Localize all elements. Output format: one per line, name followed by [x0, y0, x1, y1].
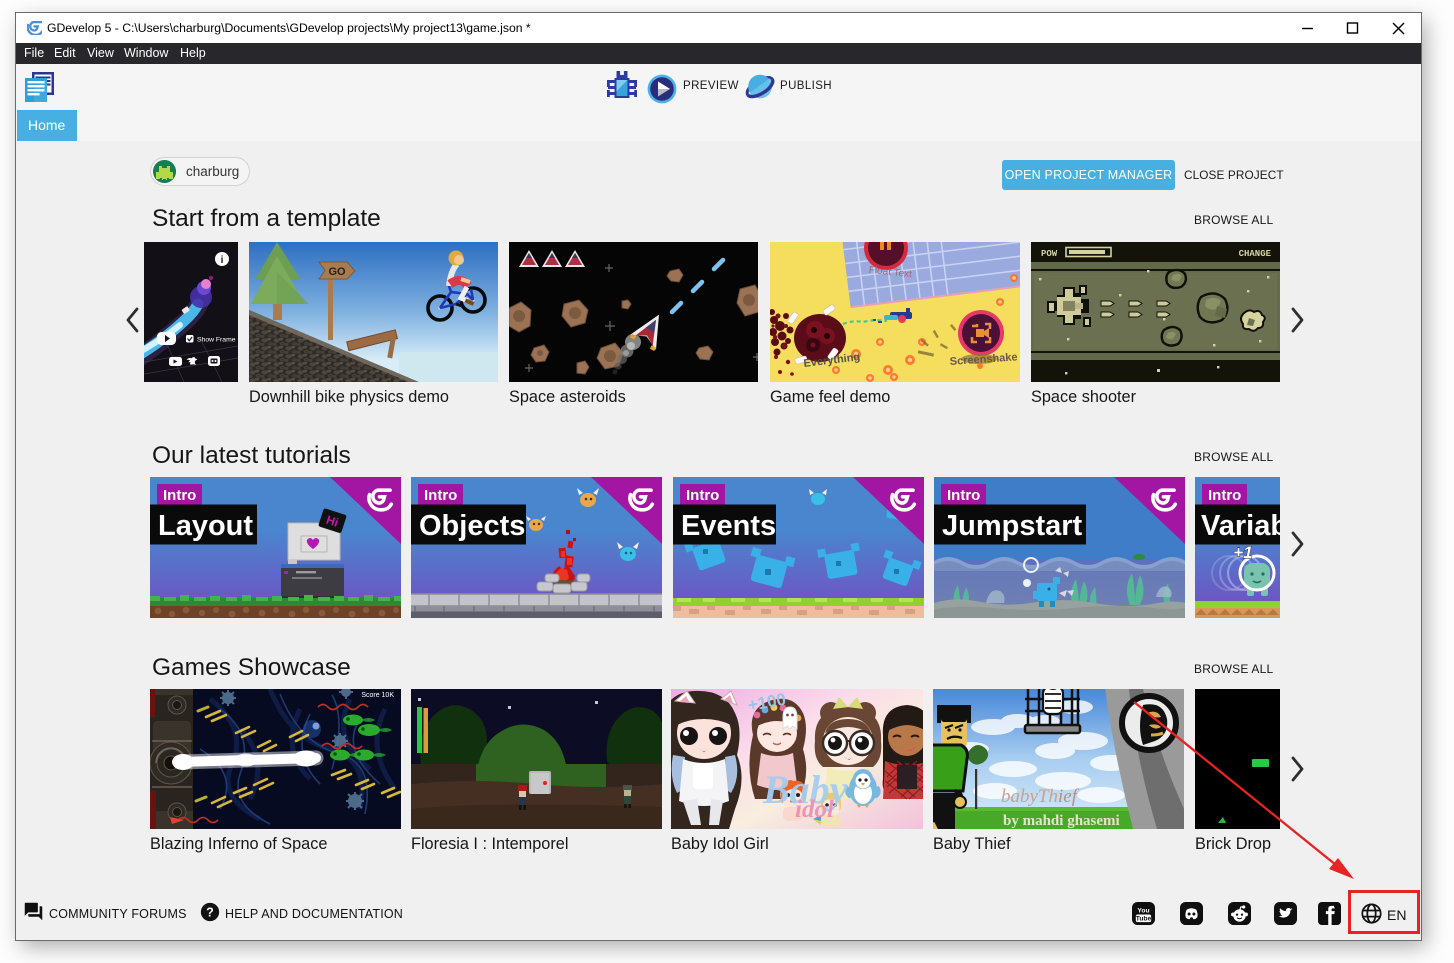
svg-text:Tube: Tube: [1136, 916, 1152, 923]
svg-text:Events: Events: [681, 510, 776, 542]
svg-text:You: You: [1137, 908, 1149, 915]
svg-text:Intro: Intro: [424, 487, 457, 504]
svg-text:+1: +1: [1233, 543, 1252, 562]
svg-text:idol: idol: [795, 796, 834, 823]
svg-text:Intro: Intro: [686, 487, 719, 504]
svg-text:Jumpstart: Jumpstart: [942, 510, 1083, 542]
svg-text:Variab: Variab: [1201, 510, 1280, 542]
svg-text:by mahdi ghasemi: by mahdi ghasemi: [1003, 813, 1120, 829]
svg-text:Intro: Intro: [1208, 487, 1241, 504]
svg-text:Intro: Intro: [163, 487, 196, 504]
svg-text:CHANGE: CHANGE: [1239, 249, 1272, 259]
svg-text:i: i: [221, 255, 224, 266]
svg-text:GO: GO: [328, 266, 346, 278]
svg-text:Objects: Objects: [419, 510, 525, 542]
svg-text:Score 10K: Score 10K: [361, 692, 394, 699]
svg-text:Intro: Intro: [947, 487, 980, 504]
svg-text:Layout: Layout: [158, 510, 253, 542]
svg-text:Show Frame: Show Frame: [197, 337, 236, 344]
svg-text:babyThief: babyThief: [1001, 786, 1080, 807]
svg-text:?: ?: [206, 906, 214, 920]
svg-text:POW: POW: [1041, 249, 1058, 259]
